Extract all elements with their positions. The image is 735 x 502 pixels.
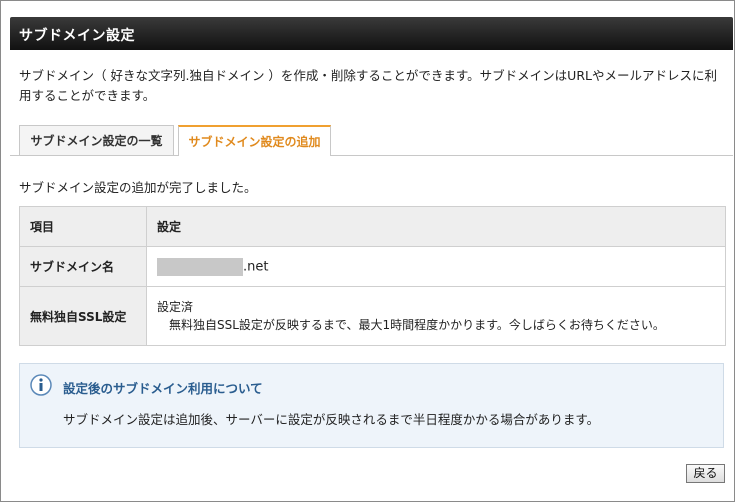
table-row: サブドメイン名 .net bbox=[19, 246, 726, 287]
column-header-setting: 設定 bbox=[146, 206, 726, 247]
settings-table: 項目 設定 サブドメイン名 .net 無料独自SSL設定 設定済 無料独自SSL… bbox=[19, 206, 726, 346]
subdomain-name-value: .net bbox=[146, 246, 726, 287]
notice-body: サブドメイン設定は追加後、サーバーに設定が反映されるまで半日程度かかる場合があり… bbox=[63, 412, 600, 427]
ssl-status: 設定済 bbox=[157, 300, 194, 314]
page-title: サブドメイン設定 bbox=[19, 28, 135, 44]
free-ssl-value: 設定済 無料独自SSL設定が反映するまで、最大1時間程度かかります。今しばらくお… bbox=[146, 286, 726, 346]
back-button[interactable]: 戻る bbox=[686, 464, 725, 483]
info-icon bbox=[30, 374, 52, 396]
page-description: サブドメイン（ 好きな文字列.独自ドメイン ）を作成・削除することができます。サ… bbox=[19, 68, 717, 103]
page-header: サブドメイン設定 bbox=[10, 17, 733, 50]
notice-title: 設定後のサブドメイン利用について bbox=[63, 381, 263, 396]
completion-message: サブドメイン設定の追加が完了しました。 bbox=[19, 180, 257, 195]
table-header-row: 項目 設定 bbox=[19, 206, 726, 247]
redacted-subdomain bbox=[157, 257, 243, 276]
row-label-free-ssl: 無料独自SSL設定 bbox=[19, 286, 147, 346]
row-label-subdomain-name: サブドメイン名 bbox=[19, 246, 147, 287]
ssl-note: 無料独自SSL設定が反映するまで、最大1時間程度かかります。今しばらくお待ちくだ… bbox=[169, 318, 665, 332]
tab-subdomain-list[interactable]: サブドメイン設定の一覧 bbox=[19, 125, 174, 155]
table-row: 無料独自SSL設定 設定済 無料独自SSL設定が反映するまで、最大1時間程度かか… bbox=[19, 286, 726, 346]
info-notice: 設定後のサブドメイン利用について サブドメイン設定は追加後、サーバーに設定が反映… bbox=[19, 363, 724, 448]
tab-subdomain-add[interactable]: サブドメイン設定の追加 bbox=[178, 125, 331, 156]
column-header-item: 項目 bbox=[19, 206, 147, 247]
window-frame: サブドメイン設定 サブドメイン（ 好きな文字列.独自ドメイン ）を作成・削除する… bbox=[0, 0, 735, 502]
domain-suffix: .net bbox=[243, 259, 269, 274]
